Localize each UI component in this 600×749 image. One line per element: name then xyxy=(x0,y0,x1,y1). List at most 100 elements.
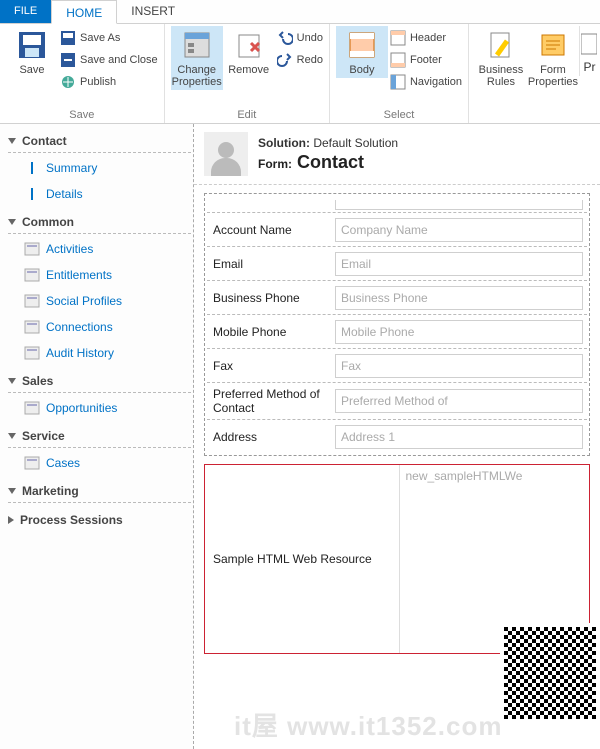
explorer-item-label: Cases xyxy=(46,456,80,470)
field-row-business-phone[interactable]: Business PhoneBusiness Phone xyxy=(207,280,587,314)
form-canvas: Solution: Default Solution Form: Contact… xyxy=(194,124,600,749)
field-row-mobile-phone[interactable]: Mobile PhoneMobile Phone xyxy=(207,314,587,348)
form-line: Form: Contact xyxy=(258,152,398,173)
properties-icon xyxy=(180,28,214,62)
web-resource-label: Sample HTML Web Resource xyxy=(205,465,399,653)
save-as-button[interactable]: Save As xyxy=(60,30,158,46)
connections-icon xyxy=(24,318,40,336)
caret-down-icon xyxy=(8,138,16,144)
field-label: Mobile Phone xyxy=(207,321,331,343)
tab-strip: FILE HOME INSERT xyxy=(0,0,600,24)
explorer-item-label: Connections xyxy=(46,320,113,334)
explorer-item-cases[interactable]: Cases xyxy=(22,450,191,476)
canvas-header: Solution: Default Solution Form: Contact xyxy=(194,124,600,185)
line-icon xyxy=(31,162,34,174)
field-row-email[interactable]: EmailEmail xyxy=(207,246,587,280)
tab-file[interactable]: FILE xyxy=(0,0,51,23)
ribbon-group-save: Save Save As Save and Close Publish Save xyxy=(0,24,165,123)
explorer-item-label: Activities xyxy=(46,242,93,256)
field-input[interactable]: Company Name xyxy=(335,218,583,242)
web-resource-placeholder: new_sampleHTMLWe xyxy=(399,465,590,653)
field-row-account-name[interactable]: Account NameCompany Name xyxy=(207,212,587,246)
redo-icon xyxy=(277,52,293,68)
change-properties-button[interactable]: Change Properties xyxy=(171,26,223,90)
form-properties-button[interactable]: Form Properties xyxy=(527,26,579,90)
field-label: Account Name xyxy=(207,219,331,241)
save-close-icon xyxy=(60,52,76,68)
tab-insert[interactable]: INSERT xyxy=(117,0,189,23)
save-and-close-button[interactable]: Save and Close xyxy=(60,52,158,68)
ribbon-group-edit: Change Properties Remove Undo Redo Edit xyxy=(165,24,330,123)
field-input[interactable]: Email xyxy=(335,252,583,276)
explorer-section-sales[interactable]: Sales xyxy=(8,370,191,393)
header-icon xyxy=(390,30,406,46)
form-explorer: Contact Summary Details Common Activitie… xyxy=(0,124,194,749)
line-icon xyxy=(31,188,34,200)
ribbon-group-select: Body Header Footer Navigation Select xyxy=(330,24,469,123)
body-icon xyxy=(345,28,379,62)
explorer-item-social-profiles[interactable]: Social Profiles xyxy=(22,288,191,314)
field-label: Business Phone xyxy=(207,287,331,309)
explorer-item-details[interactable]: Details xyxy=(22,181,191,207)
explorer-section-common[interactable]: Common xyxy=(8,211,191,234)
explorer-item-summary[interactable]: Summary xyxy=(22,155,191,181)
field-input[interactable]: Mobile Phone xyxy=(335,320,583,344)
explorer-item-activities[interactable]: Activities xyxy=(22,236,191,262)
avatar-icon xyxy=(204,132,248,176)
explorer-item-entitlements[interactable]: Entitlements xyxy=(22,262,191,288)
header-button[interactable]: Header xyxy=(390,30,462,46)
explorer-section-marketing[interactable]: Marketing xyxy=(8,480,191,503)
form-properties-icon xyxy=(536,28,570,62)
footer-button[interactable]: Footer xyxy=(390,52,462,68)
undo-button[interactable]: Undo xyxy=(277,30,323,46)
caret-down-icon xyxy=(8,488,16,494)
audit-icon xyxy=(24,344,40,362)
field-input[interactable]: Fax xyxy=(335,354,583,378)
navigation-icon xyxy=(390,74,406,90)
explorer-item-label: Audit History xyxy=(46,346,114,360)
field-label: Fax xyxy=(207,355,331,377)
undo-icon xyxy=(277,30,293,46)
activities-icon xyxy=(24,240,40,258)
solution-line: Solution: Default Solution xyxy=(258,136,398,150)
explorer-section-service[interactable]: Service xyxy=(8,425,191,448)
field-input[interactable]: Business Phone xyxy=(335,286,583,310)
publish-button[interactable]: Publish xyxy=(60,74,158,90)
field-row-fax[interactable]: FaxFax xyxy=(207,348,587,382)
explorer-item-label: Social Profiles xyxy=(46,294,122,308)
preview-button-partial[interactable]: Pr xyxy=(579,26,599,76)
save-button[interactable]: Save xyxy=(6,26,58,78)
qr-code-icon xyxy=(504,627,596,719)
caret-down-icon xyxy=(8,378,16,384)
caret-down-icon xyxy=(8,219,16,225)
navigation-button[interactable]: Navigation xyxy=(390,74,462,90)
field-row-address[interactable]: AddressAddress 1 xyxy=(207,419,587,453)
explorer-item-connections[interactable]: Connections xyxy=(22,314,191,340)
business-rules-button[interactable]: Business Rules xyxy=(475,26,527,90)
field-input[interactable] xyxy=(335,200,583,210)
field-input[interactable]: Preferred Method of xyxy=(335,389,583,413)
ribbon: Save Save As Save and Close Publish Save xyxy=(0,24,600,124)
explorer-section-process[interactable]: Process Sessions xyxy=(8,509,191,531)
remove-button[interactable]: Remove xyxy=(223,26,275,78)
explorer-item-label: Opportunities xyxy=(46,401,117,415)
watermark-text: it屋 www.it1352.com xyxy=(234,706,502,743)
explorer-item-audit-history[interactable]: Audit History xyxy=(22,340,191,366)
tab-home[interactable]: HOME xyxy=(51,0,117,24)
entitlements-icon xyxy=(24,266,40,284)
cases-icon xyxy=(24,454,40,472)
field-label: Address xyxy=(207,426,331,448)
body-button[interactable]: Body xyxy=(336,26,388,78)
web-resource-control[interactable]: Sample HTML Web Resource new_sampleHTMLW… xyxy=(204,464,590,654)
social-icon xyxy=(24,292,40,310)
caret-down-icon xyxy=(8,433,16,439)
explorer-item-opportunities[interactable]: Opportunities xyxy=(22,395,191,421)
field-input[interactable]: Address 1 xyxy=(335,425,583,449)
explorer-section-contact[interactable]: Contact xyxy=(8,130,191,153)
field-row-preferred-method-of-contact[interactable]: Preferred Method of ContactPreferred Met… xyxy=(207,382,587,419)
redo-button[interactable]: Redo xyxy=(277,52,323,68)
ribbon-group-misc: Business Rules Form Properties Pr xyxy=(469,24,600,123)
preview-icon xyxy=(581,28,597,60)
body-layout: Contact Summary Details Common Activitie… xyxy=(0,124,600,749)
field-row-job-title[interactable] xyxy=(207,196,587,212)
